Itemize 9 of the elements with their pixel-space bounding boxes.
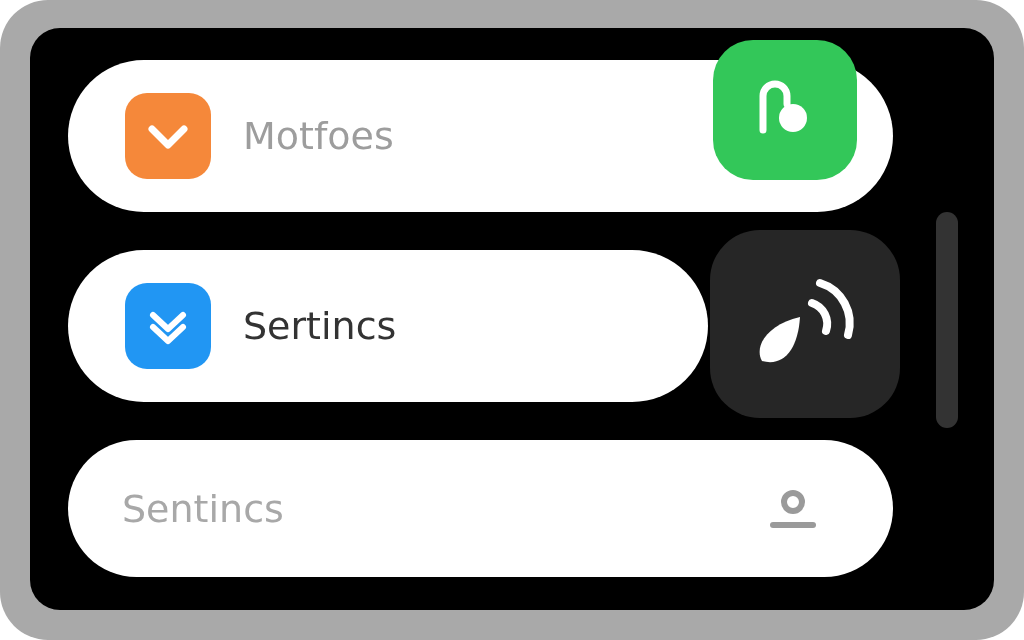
app-button[interactable]	[713, 40, 857, 180]
list-item[interactable]: Sertincs	[68, 250, 708, 402]
person-icon	[768, 487, 818, 530]
item-label: Sertincs	[243, 304, 397, 348]
scrollbar[interactable]	[936, 212, 958, 428]
text-field[interactable]: Sentincs	[68, 440, 893, 577]
item-label: Motfoes	[243, 114, 394, 158]
signal-button[interactable]	[710, 230, 900, 418]
input-field[interactable]: Sentincs	[120, 485, 736, 532]
